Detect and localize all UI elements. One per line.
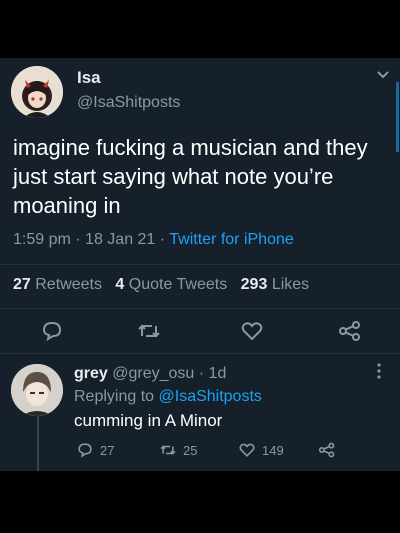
reply-handle[interactable]: @grey_osu — [112, 365, 194, 382]
share-icon — [318, 442, 335, 458]
tweet-meta: 1:59 pm · 18 Jan 21 · Twitter for iPhone — [13, 231, 294, 249]
replying-prefix: Replying to — [74, 388, 155, 405]
replying-to-handle[interactable]: @IsaShitposts — [159, 388, 262, 405]
author-handle[interactable]: @IsaShitposts — [77, 94, 180, 112]
author-display-name[interactable]: Isa — [77, 68, 101, 88]
retweets-count: 27 — [13, 276, 31, 293]
reply-share-action[interactable] — [318, 442, 336, 458]
reply-bubble-icon[interactable] — [40, 320, 64, 342]
likes-stat[interactable]: 293 Likes — [241, 276, 310, 293]
retweets-stat[interactable]: 27 Retweets — [13, 276, 102, 293]
engagement-stats: 27 Retweets 4 Quote Tweets 293 Likes — [13, 276, 309, 294]
reply-age[interactable]: 1d — [209, 365, 227, 382]
reply-text: cumming in A Minor — [74, 411, 223, 430]
reply-separator: · — [198, 365, 205, 382]
meta-separator: · — [159, 231, 166, 248]
retweet-icon[interactable] — [136, 320, 162, 342]
reply-like-count: 149 — [262, 442, 284, 458]
replying-to: Replying to @IsaShitposts — [74, 388, 262, 406]
quote-label: Quote Tweets — [128, 276, 228, 293]
divider — [0, 264, 400, 265]
tweet-text: imagine fucking a musician and they just… — [13, 135, 368, 218]
reply-bubble-icon — [78, 443, 92, 458]
reply-retweet-action[interactable]: 25 — [159, 442, 197, 458]
vertical-dots-icon[interactable] — [376, 362, 382, 380]
divider — [0, 353, 400, 354]
meta-separator: · — [75, 231, 81, 248]
tweet-time: 1:59 pm — [13, 231, 71, 248]
heart-icon — [239, 443, 255, 457]
author-avatar[interactable] — [11, 66, 63, 118]
retweet-icon — [160, 445, 176, 455]
thread-line — [37, 416, 39, 471]
share-icon[interactable] — [338, 320, 362, 342]
chevron-down-icon[interactable] — [376, 70, 390, 80]
scroll-indicator — [396, 82, 399, 152]
quote-count: 4 — [115, 276, 125, 293]
divider — [0, 308, 400, 309]
avatar-illustration-icon — [11, 364, 63, 416]
heart-icon[interactable] — [240, 320, 264, 342]
reply-reply-count: 27 — [100, 442, 115, 458]
reply-author-avatar[interactable] — [11, 364, 63, 416]
likes-label: Likes — [271, 276, 310, 293]
likes-count: 293 — [240, 276, 268, 293]
avatar-illustration-icon — [11, 66, 63, 118]
retweets-label: Retweets — [35, 276, 102, 293]
tweet-date[interactable]: 18 Jan 21 — [85, 231, 155, 248]
reply-display-name[interactable]: grey — [74, 365, 108, 382]
quote-tweets-stat[interactable]: 4 Quote Tweets — [115, 276, 227, 293]
reply-retweet-count: 25 — [183, 442, 198, 458]
reply-like-action[interactable]: 149 — [238, 442, 284, 458]
reply-reply-action[interactable]: 27 — [76, 442, 114, 458]
reply-header: grey @grey_osu · 1d — [74, 365, 226, 383]
tweet-source[interactable]: Twitter for iPhone — [169, 231, 294, 248]
